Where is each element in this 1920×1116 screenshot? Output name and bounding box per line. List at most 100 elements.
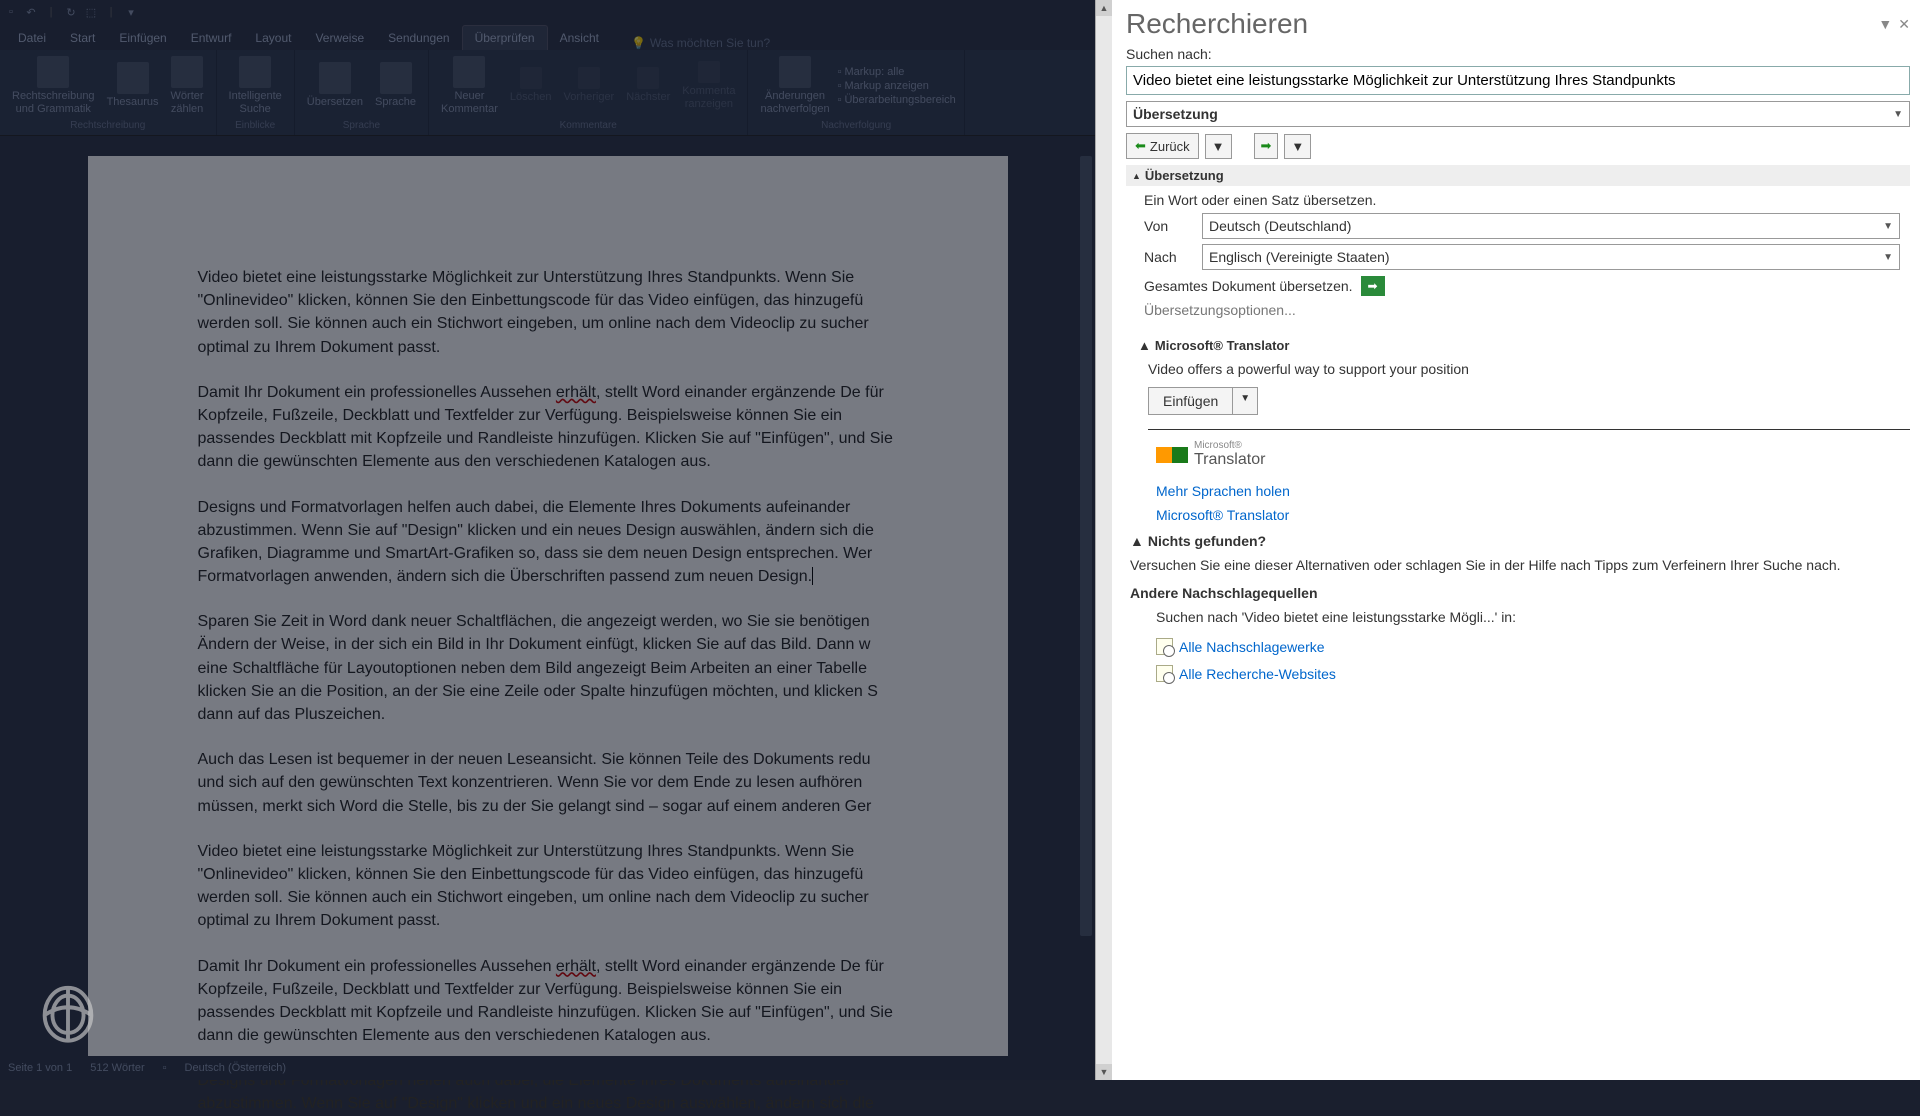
group-label: Nachverfolgung xyxy=(821,120,891,133)
tell-me-search[interactable]: 💡Was möchten Sie tun? xyxy=(631,36,770,50)
translation-result: Video offers a powerful way to support y… xyxy=(1126,355,1910,387)
document-page[interactable]: Video bietet eine leistungsstarke Möglic… xyxy=(88,156,1008,1056)
scroll-down-icon[interactable]: ▼ xyxy=(1096,1064,1112,1080)
spellcheck-button[interactable]: Rechtschreibung und Grammatik xyxy=(8,54,99,118)
touch-icon[interactable]: ⬚ xyxy=(84,5,98,19)
tab-verweise[interactable]: Verweise xyxy=(303,26,376,50)
language-button[interactable]: Sprache xyxy=(371,60,420,111)
group-label: Einblicke xyxy=(235,120,275,133)
thesaurus-button[interactable]: Thesaurus xyxy=(103,60,163,111)
translation-options-link[interactable]: Übersetzungsoptionen... xyxy=(1144,302,1900,318)
status-wordcount[interactable]: 512 Wörter xyxy=(90,1062,144,1074)
separator: | xyxy=(104,5,118,19)
spelling-error[interactable]: erhält xyxy=(556,958,596,975)
scroll-up-icon[interactable]: ▲ xyxy=(1096,0,1112,16)
collapse-icon: ▲ xyxy=(1138,338,1151,353)
translate-button[interactable]: Übersetzen xyxy=(303,60,367,111)
forward-button[interactable]: ➡ xyxy=(1254,133,1279,159)
insert-dropdown[interactable]: ▼ xyxy=(1233,387,1258,415)
book-search-icon xyxy=(1156,665,1173,682)
book-search-icon xyxy=(1156,638,1173,655)
search-input[interactable] xyxy=(1126,66,1910,95)
show-markup-button[interactable]: ▫ Markup anzeigen xyxy=(838,80,929,92)
document-scrollbar[interactable] xyxy=(1077,136,1095,1056)
translator-logo: Microsoft®Translator xyxy=(1156,440,1910,469)
paragraph: Sparen Sie Zeit in Word dank neuer Schal… xyxy=(198,610,898,726)
collapse-icon: ▲ xyxy=(1132,171,1141,181)
all-references-link[interactable]: Alle Nachschlagewerke xyxy=(1126,633,1910,660)
tab-ansicht[interactable]: Ansicht xyxy=(548,26,611,50)
insert-button[interactable]: Einfügen xyxy=(1148,387,1233,415)
tab-start[interactable]: Start xyxy=(58,26,107,50)
scrollbar-thumb[interactable] xyxy=(1080,156,1092,936)
paragraph: Video bietet eine leistungsstarke Möglic… xyxy=(198,266,898,359)
to-label: Nach xyxy=(1144,249,1194,265)
chevron-down-icon: ▼ xyxy=(1883,252,1893,263)
redo-icon[interactable]: ↻ xyxy=(64,5,78,19)
undo-icon[interactable]: ↶ xyxy=(24,5,38,19)
save-icon[interactable]: ▫ xyxy=(4,5,18,19)
qat-dropdown-icon[interactable]: ▾ xyxy=(124,5,138,19)
from-lang-combo[interactable]: Deutsch (Deutschland)▼ xyxy=(1202,213,1900,239)
all-research-sites-link[interactable]: Alle Recherche-Websites xyxy=(1126,660,1910,687)
other-sources-label: Andere Nachschlagequellen xyxy=(1126,581,1910,605)
smart-lookup-button[interactable]: Intelligente Suche xyxy=(225,54,286,118)
not-found-header[interactable]: ▲Nichts gefunden? xyxy=(1126,527,1910,553)
track-changes-button[interactable]: Änderungen nachverfolgen xyxy=(756,54,833,118)
chevron-down-icon: ▼ xyxy=(1893,109,1903,120)
back-button[interactable]: ⬅Zurück xyxy=(1126,133,1199,159)
text-cursor xyxy=(812,567,813,585)
translate-doc-label: Gesamtes Dokument übersetzen. xyxy=(1144,278,1353,294)
search-for-label: Suchen nach: xyxy=(1126,46,1910,62)
group-label: Kommentare xyxy=(560,120,617,133)
paragraph: Damit Ihr Dokument ein professionelles A… xyxy=(198,381,898,474)
paragraph: Video bietet eine leistungsstarke Möglic… xyxy=(198,840,898,933)
forward-dropdown[interactable]: ▼ xyxy=(1284,134,1311,159)
ms-translator-link[interactable]: Microsoft® Translator xyxy=(1126,503,1910,527)
tab-ueberpruefen[interactable]: Überprüfen xyxy=(462,25,548,50)
pane-scrollbar-left[interactable]: ▲ ▼ xyxy=(1096,0,1112,1080)
translate-doc-button[interactable]: ➡ xyxy=(1361,276,1385,296)
tab-entwurf[interactable]: Entwurf xyxy=(179,26,244,50)
not-found-text: Versuchen Sie eine dieser Alternativen o… xyxy=(1126,553,1910,581)
next-comment-button[interactable]: Nächster xyxy=(622,65,674,106)
divider xyxy=(1148,429,1910,430)
reviewing-pane-button[interactable]: ▫ Überarbeitungsbereich xyxy=(838,94,956,106)
proofing-icon[interactable]: ▫ xyxy=(163,1062,167,1074)
paragraph: Designs und Formatvorlagen helfen auch d… xyxy=(198,496,898,589)
pane-title: Recherchieren xyxy=(1126,8,1308,40)
show-comments-button[interactable]: Kommenta ranzeigen xyxy=(678,59,739,113)
status-page[interactable]: Seite 1 von 1 xyxy=(8,1062,72,1074)
tab-sendungen[interactable]: Sendungen xyxy=(376,26,461,50)
separator: | xyxy=(44,5,58,19)
arrow-right-icon: ➡ xyxy=(1261,138,1272,154)
group-label: Sprache xyxy=(343,120,380,133)
prev-comment-button[interactable]: Vorheriger xyxy=(559,65,618,106)
search-in-label: Suchen nach 'Video bietet eine leistungs… xyxy=(1126,605,1910,633)
tab-layout[interactable]: Layout xyxy=(243,26,303,50)
delete-comment-button[interactable]: Löschen xyxy=(506,65,556,106)
arrow-left-icon: ⬅ xyxy=(1135,138,1146,154)
paragraph: Damit Ihr Dokument ein professionelles A… xyxy=(198,955,898,1048)
spelling-error[interactable]: erhält xyxy=(556,384,596,401)
to-lang-combo[interactable]: Englisch (Vereinigte Staaten)▼ xyxy=(1202,244,1900,270)
tab-datei[interactable]: Datei xyxy=(6,26,58,50)
collapse-icon: ▲ xyxy=(1130,533,1144,549)
watermark-logo xyxy=(28,980,108,1050)
markup-all-combo[interactable]: ▫ Markup: alle xyxy=(838,66,905,78)
paragraph: Auch das Lesen ist bequemer in der neuen… xyxy=(198,748,898,818)
wordcount-button[interactable]: Wörter zählen xyxy=(167,54,208,118)
pane-close-icon[interactable]: ✕ xyxy=(1898,16,1910,33)
pane-options-icon[interactable]: ▼ xyxy=(1878,16,1892,33)
status-language[interactable]: Deutsch (Österreich) xyxy=(185,1062,286,1074)
group-label: Rechtschreibung xyxy=(70,120,145,133)
service-combo[interactable]: Übersetzung▼ xyxy=(1126,101,1910,127)
new-comment-button[interactable]: Neuer Kommentar xyxy=(437,54,502,118)
chevron-down-icon: ▼ xyxy=(1883,221,1893,232)
back-dropdown[interactable]: ▼ xyxy=(1205,134,1232,159)
more-languages-link[interactable]: Mehr Sprachen holen xyxy=(1126,479,1910,503)
tab-einfuegen[interactable]: Einfügen xyxy=(107,26,178,50)
bulb-icon: 💡 xyxy=(631,36,646,50)
ms-translator-header[interactable]: ▲Microsoft® Translator xyxy=(1126,334,1910,355)
translate-section-header[interactable]: ▲Übersetzung xyxy=(1126,165,1910,186)
